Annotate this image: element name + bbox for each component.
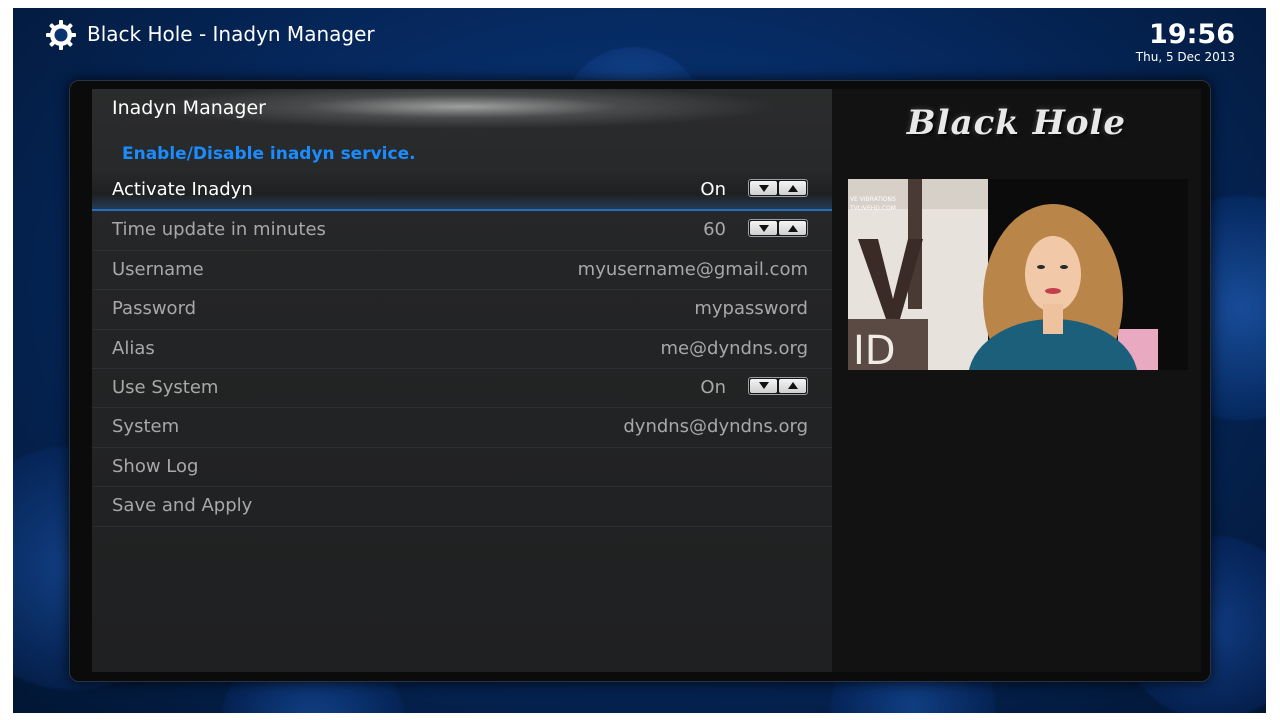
panel-title: Inadyn Manager [112,97,266,119]
setting-label: Time update in minutes [112,219,326,241]
brand-logo: Black Hole [906,103,1127,143]
preview-caption: VE VIBRATIONS TVLIVEHD.COM [850,195,896,213]
clock-date: Thu, 5 Dec 2013 [1135,50,1235,64]
triangle-down-icon[interactable] [750,181,777,195]
preview-caption-line-1: VE VIBRATIONS [850,196,896,203]
setting-value: On [700,376,726,398]
setting-label: Save and Apply [112,495,253,517]
screen: Black Hole - Inadyn Manager 19:56 Thu, 5… [13,8,1266,713]
value-spinner [748,219,808,238]
settings-row[interactable]: Save and Apply [92,487,832,527]
value-spinner [748,179,808,197]
svg-text:ID: ID [853,328,896,370]
setting-value: On [700,179,726,200]
video-preview: ID VE VIBRATIONS TVLIVEHD.COM [848,179,1188,370]
setting-value: dyndns@dyndns.org [623,416,808,438]
settings-row[interactable]: Activate Inadyn On [92,171,832,212]
top-bar: Black Hole - Inadyn Manager 19:56 Thu, 5… [13,8,1266,68]
setting-label: Username [112,258,204,280]
setting-label: Alias [112,337,155,359]
setting-label: Activate Inadyn [112,179,253,200]
setting-value: 60 [703,219,726,241]
main-panel: Inadyn Manager Enable/Disable inadyn ser… [69,80,1211,682]
clock-time: 19:56 [1149,19,1235,50]
setting-label: System [112,416,180,438]
value-spinner [748,376,808,395]
settings-list: Activate Inadyn On Time update in minutes 6… [92,171,832,527]
settings-row[interactable]: System dyndns@dyndns.org [92,408,832,448]
setting-description: Enable/Disable inadyn service. [122,144,416,164]
settings-pane: Inadyn Manager Enable/Disable inadyn ser… [92,89,832,672]
settings-row[interactable]: Alias me@dyndns.org [92,330,832,369]
setting-label: Password [112,298,197,320]
setting-value: mypassword [694,298,808,320]
video-frame-image: ID [848,179,1188,370]
setting-value: myusername@gmail.com [577,258,808,280]
setting-label: Show Log [112,455,199,477]
setting-label: Use System [112,376,219,398]
triangle-up-icon[interactable] [779,378,806,393]
setting-value: me@dyndns.org [660,337,808,359]
triangle-up-icon[interactable] [779,181,806,195]
gear-icon [46,20,76,50]
preview-caption-line-2: TVLIVEHD.COM [850,205,896,212]
info-pane: Black Hole ID VE VIBRATIONS TVLIVEHD.COM [832,89,1201,672]
settings-row[interactable]: Show Log [92,448,832,488]
settings-row[interactable]: Use System On [92,369,832,409]
triangle-down-icon[interactable] [750,221,777,236]
settings-row[interactable]: Password mypassword [92,290,832,330]
window-title: Black Hole - Inadyn Manager [87,22,375,46]
settings-row[interactable]: Time update in minutes 60 [92,211,832,251]
settings-row[interactable]: Username myusername@gmail.com [92,251,832,291]
triangle-up-icon[interactable] [779,221,806,236]
triangle-down-icon[interactable] [750,378,777,393]
